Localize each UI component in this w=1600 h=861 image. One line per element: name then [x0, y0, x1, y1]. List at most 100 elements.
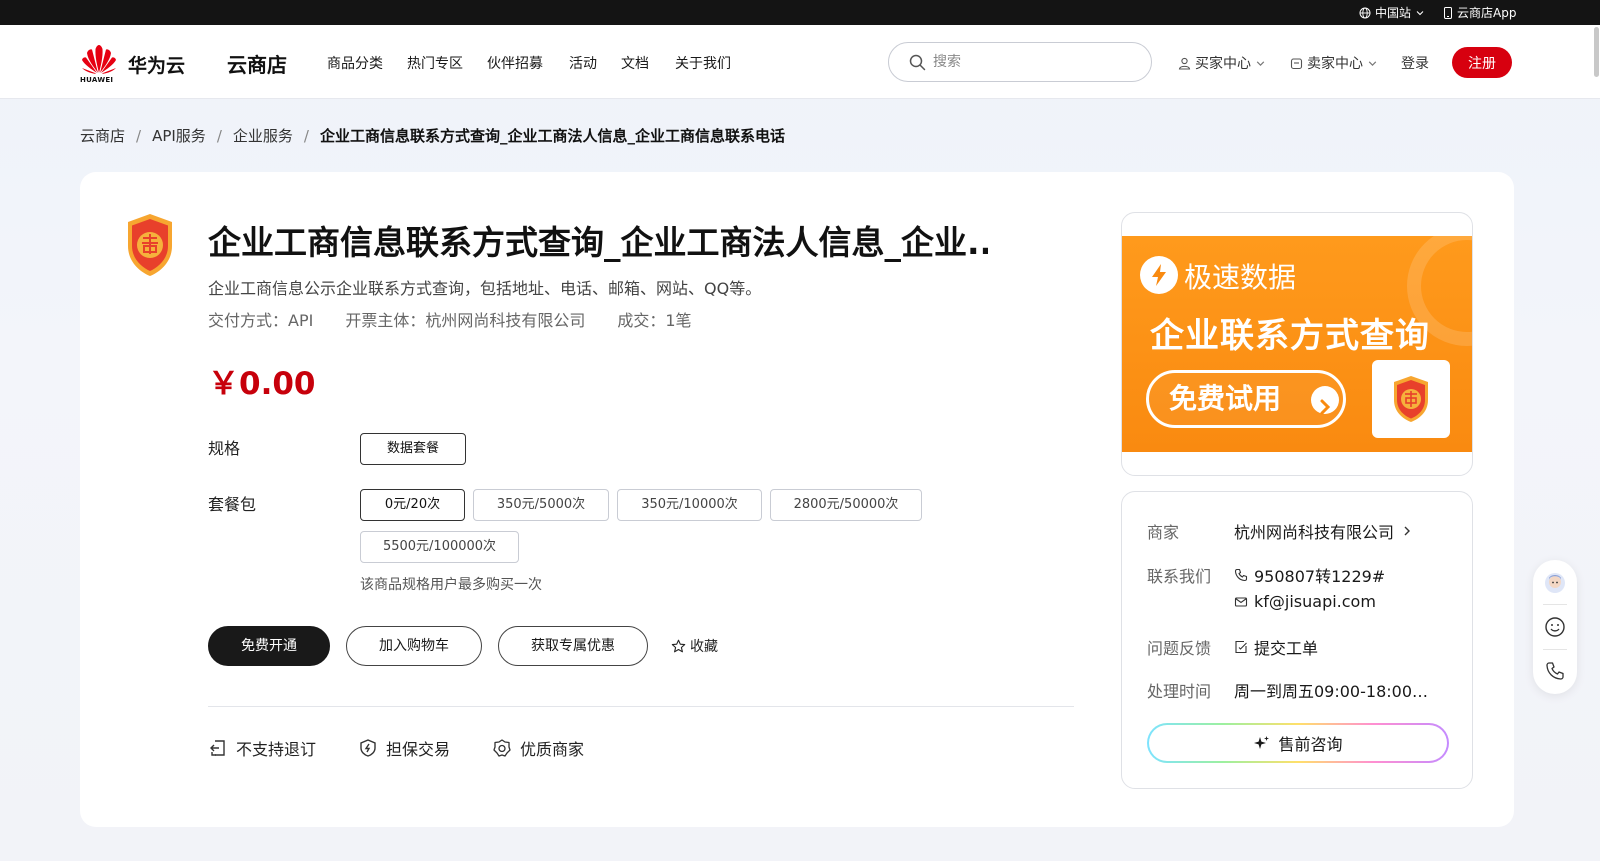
invoice-entity: 开票主体：杭州网尚科技有限公司: [345, 311, 586, 330]
nav-item-categories[interactable]: 商品分类: [327, 53, 383, 73]
star-icon: [671, 639, 686, 652]
presale-consult-label: 售前咨询: [1278, 735, 1343, 754]
spec-label: 规格: [208, 439, 241, 458]
site-switcher[interactable]: 中国站: [1359, 4, 1425, 21]
banner-trial-button[interactable]: 免费试用: [1146, 370, 1346, 428]
package-option[interactable]: 2800元/50000次: [770, 489, 922, 521]
free-activate-button[interactable]: 免费开通: [208, 626, 330, 666]
email-address: kf@jisuapi.com: [1254, 592, 1376, 611]
contact-label: 联系我们: [1147, 567, 1212, 586]
merchant-label: 商家: [1147, 523, 1180, 542]
huawei-cloud-logo[interactable]: HUAWEI 华为云: [80, 43, 190, 84]
seller-center-menu[interactable]: 卖家中心: [1290, 53, 1378, 73]
badge-icon: [493, 739, 511, 757]
chevron-right-icon: [1404, 526, 1411, 536]
assistant-avatar-icon[interactable]: [1544, 572, 1566, 594]
seller-center-label: 卖家中心: [1307, 56, 1363, 72]
buyer-center-menu[interactable]: 买家中心: [1178, 53, 1266, 73]
top-utility-bar: 中国站 云商店App: [0, 0, 1600, 25]
promo-banner-card[interactable]: 极速数据 企业联系方式查询 免费试用: [1121, 212, 1473, 476]
spec-option[interactable]: 数据套餐: [360, 433, 466, 465]
huawei-wordmark: HUAWEI: [80, 76, 114, 84]
store-title[interactable]: 云商店: [227, 49, 287, 78]
favorite-button[interactable]: 收藏: [671, 636, 718, 656]
globe-icon: [1359, 7, 1371, 18]
merchant-link[interactable]: 杭州网尚科技有限公司: [1234, 519, 1414, 543]
brand-name: 华为云: [128, 55, 186, 77]
app-download-link[interactable]: 云商店App: [1443, 4, 1516, 21]
breadcrumb-separator: /: [303, 126, 309, 145]
nav-item-about[interactable]: 关于我们: [675, 53, 731, 73]
shield-icon: [1394, 376, 1428, 422]
submit-ticket-link[interactable]: 提交工单: [1234, 635, 1318, 659]
breadcrumb-item-store[interactable]: 云商店: [80, 125, 125, 146]
buyer-center-label: 买家中心: [1195, 56, 1251, 72]
get-discount-button[interactable]: 获取专属优惠: [498, 626, 648, 666]
add-to-cart-button[interactable]: 加入购物车: [346, 626, 482, 666]
chevron-right-icon: [1311, 386, 1339, 415]
search-icon: [909, 54, 926, 71]
merchant-name: 杭州网尚科技有限公司: [1234, 523, 1395, 542]
sparkle-icon: [1254, 735, 1270, 749]
breadcrumb-item-enterprise[interactable]: 企业服务: [233, 125, 293, 146]
product-title: 企业工商信息联系方式查询_企业工商法人信息_企业...: [208, 223, 988, 262]
presale-consult-button[interactable]: 售前咨询: [1147, 723, 1449, 763]
store-icon: [1290, 57, 1303, 69]
purchase-limit-note: 该商品规格用户最多购买一次: [360, 577, 542, 593]
smiley-feedback-icon[interactable]: [1544, 616, 1566, 638]
hours-label: 处理时间: [1147, 682, 1212, 701]
feature-label: 不支持退订: [236, 740, 317, 759]
search-input[interactable]: [933, 51, 1133, 73]
nav-item-partners[interactable]: 伙伴招募: [487, 53, 543, 73]
chevron-down-icon: [1368, 60, 1377, 66]
package-label: 套餐包: [208, 495, 257, 514]
delivery-method: 交付方式：API: [208, 311, 314, 330]
feedback-label: 问题反馈: [1147, 639, 1212, 658]
feature-no-refund: 不支持退订: [208, 736, 316, 760]
nav-item-docs[interactable]: 文档: [621, 53, 649, 73]
main-header: HUAWEI 华为云 云商店 商品分类 热门专区 伙伴招募 活动 文档 关于我们…: [0, 25, 1600, 99]
package-option[interactable]: 350元/10000次: [617, 489, 762, 521]
phone-device-icon: [1444, 6, 1452, 19]
feature-label: 担保交易: [386, 740, 451, 759]
login-link[interactable]: 登录: [1401, 53, 1429, 73]
section-divider: [208, 706, 1074, 707]
feature-label: 优质商家: [520, 740, 585, 759]
mail-icon: [1234, 596, 1248, 607]
nav-item-events[interactable]: 活动: [569, 53, 597, 73]
banner-headline: 企业联系方式查询: [1150, 316, 1430, 356]
breadcrumb-separator: /: [216, 126, 222, 145]
product-price: ￥0.00: [208, 366, 316, 402]
page-scrollbar[interactable]: [1594, 27, 1599, 77]
product-meta: 交付方式：API 开票主体：杭州网尚科技有限公司 成交：1笔: [208, 307, 724, 331]
shield-lightning-icon: [360, 739, 376, 757]
promo-banner[interactable]: 极速数据 企业联系方式查询 免费试用: [1122, 236, 1472, 452]
search-box[interactable]: [888, 42, 1152, 82]
breadcrumb-item-api[interactable]: API服务: [152, 125, 206, 146]
product-logo-shield-icon: [128, 214, 172, 276]
product-description: 企业工商信息公示企业联系方式查询，包括地址、电话、邮箱、网站、QQ等。: [208, 279, 762, 298]
divider: [1543, 604, 1567, 605]
submit-ticket-label: 提交工单: [1254, 639, 1319, 658]
contact-phone[interactable]: 950807转1229#: [1234, 563, 1385, 587]
chevron-down-icon: [1416, 10, 1424, 15]
nav-item-hot[interactable]: 热门专区: [407, 53, 463, 73]
contact-email[interactable]: kf@jisuapi.com: [1234, 592, 1376, 611]
floating-service-bar: [1533, 560, 1577, 694]
site-switcher-label: 中国站: [1375, 6, 1412, 20]
phone-number: 950807转1229#: [1254, 567, 1386, 586]
register-button[interactable]: 注册: [1452, 47, 1512, 78]
lightning-icon: [1140, 256, 1178, 294]
phone-icon: [1234, 568, 1248, 582]
breadcrumb-separator: /: [136, 126, 142, 145]
phone-icon[interactable]: [1544, 660, 1566, 682]
package-option[interactable]: 0元/20次: [360, 489, 465, 521]
package-option[interactable]: 350元/5000次: [473, 489, 609, 521]
package-option[interactable]: 5500元/100000次: [360, 531, 519, 563]
deal-count: 成交：1笔: [617, 311, 692, 330]
banner-product-logo: [1372, 360, 1450, 438]
main-nav: 商品分类 热门专区 伙伴招募 活动 文档 关于我们: [327, 53, 731, 73]
feature-guaranteed-trade: 担保交易: [358, 736, 450, 760]
banner-brand: 极速数据: [1184, 261, 1297, 294]
breadcrumb: 云商店 / API服务 / 企业服务 / 企业工商信息联系方式查询_企业工商法人…: [80, 125, 785, 146]
